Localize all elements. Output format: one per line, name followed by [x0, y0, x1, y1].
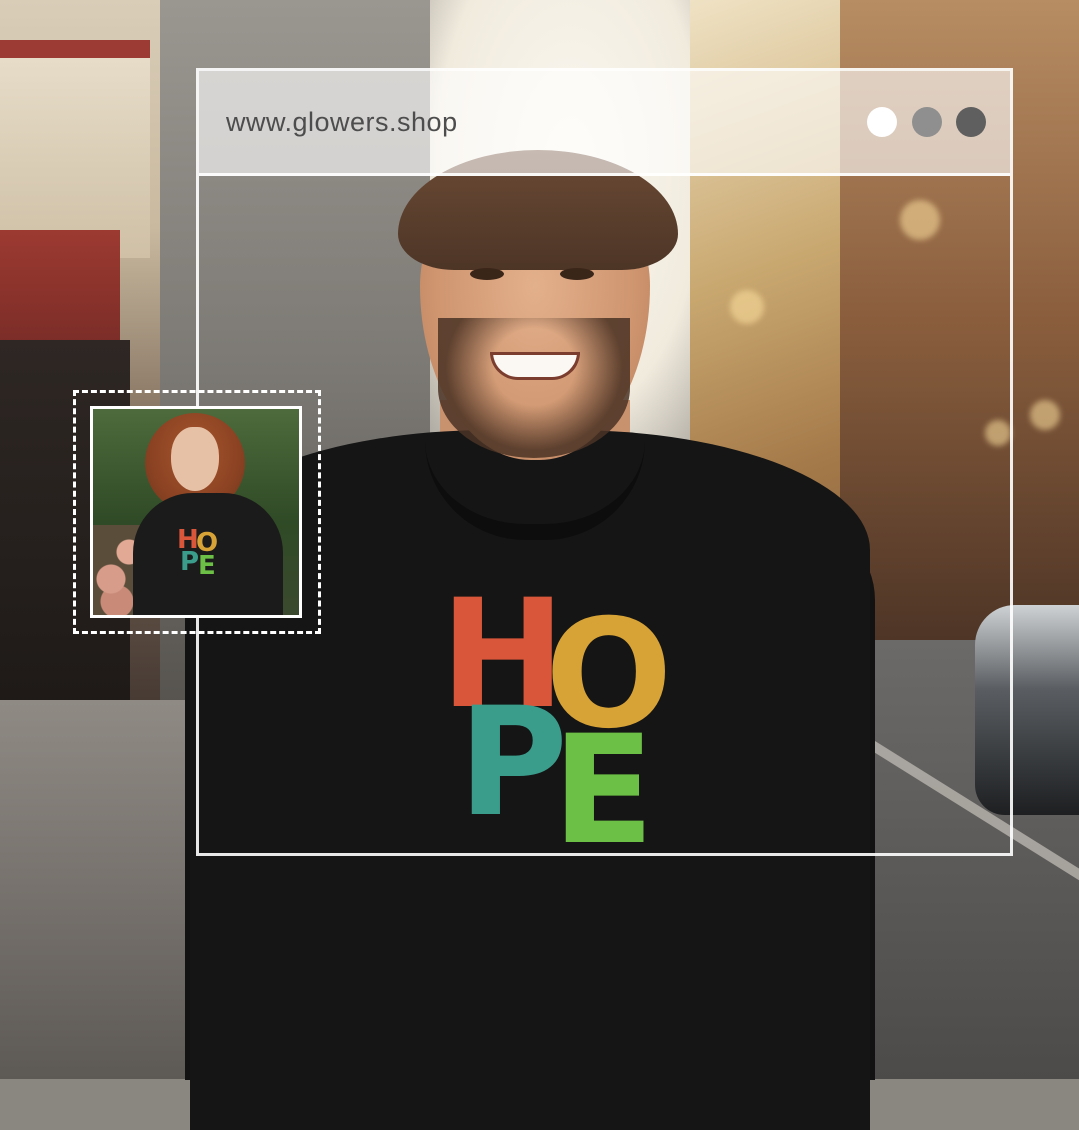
- browser-address-bar: www.glowers.shop: [199, 71, 1010, 176]
- window-dot-gray-icon[interactable]: [912, 107, 942, 137]
- thumb-letter-p: P: [180, 547, 200, 577]
- url-text[interactable]: www.glowers.shop: [226, 107, 458, 138]
- window-dot-white-icon[interactable]: [867, 107, 897, 137]
- product-thumbnail[interactable]: H O P E: [90, 406, 302, 618]
- thumbnail-model-face: [171, 427, 219, 491]
- window-dot-dark-icon[interactable]: [956, 107, 986, 137]
- thumbnail-hope-print: H O P E: [177, 527, 237, 597]
- thumb-letter-e: E: [198, 551, 216, 581]
